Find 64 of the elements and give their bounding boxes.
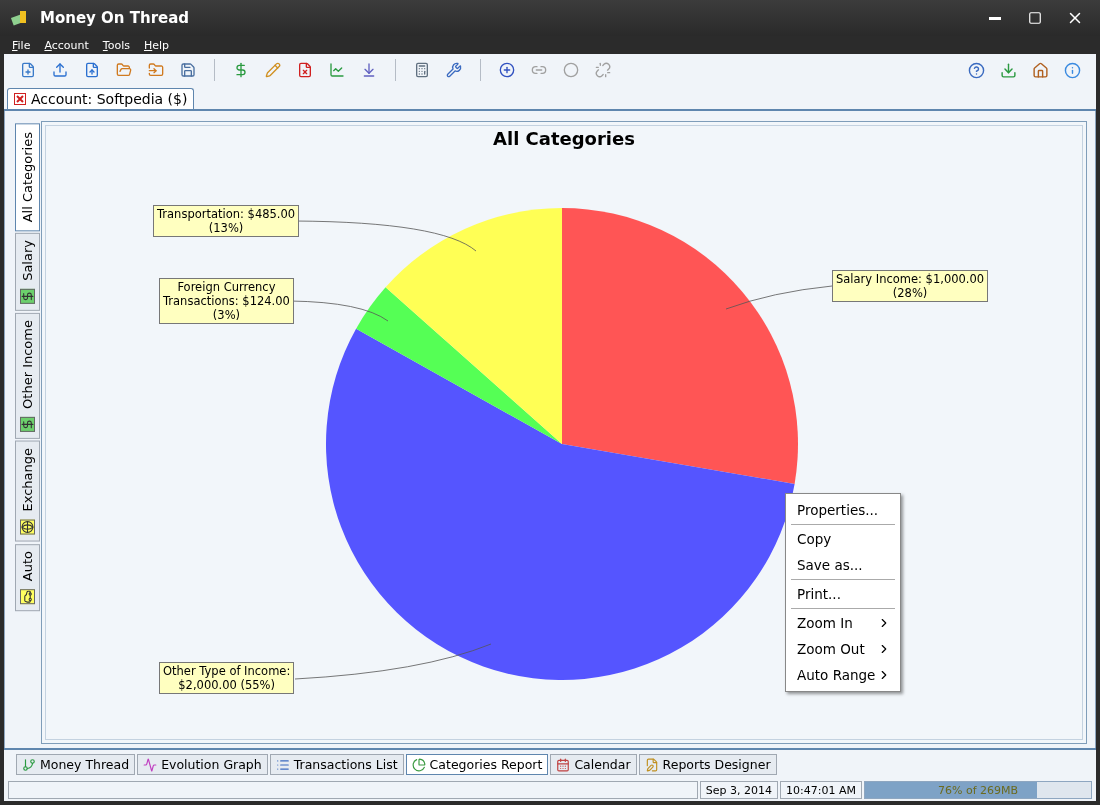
menu-item[interactable]: Account [44, 38, 89, 52]
menu-item[interactable]: Copy [789, 526, 897, 552]
view-tab[interactable]: Money Thread [16, 754, 136, 775]
menu-item[interactable]: Zoom In [789, 610, 897, 636]
graph-line-icon [143, 757, 158, 772]
help-icon [967, 61, 985, 79]
menu-item[interactable]: File [12, 38, 31, 52]
menu-item[interactable]: Auto Range [789, 662, 897, 688]
view-tab[interactable]: Transactions List [269, 754, 404, 775]
side-tab[interactable]: Auto [15, 543, 40, 611]
download-arrow-icon [361, 62, 377, 78]
document-edit-icon [644, 757, 659, 772]
dollar-icon [20, 289, 35, 305]
pencil-icon [265, 62, 281, 78]
calculator-icon [414, 62, 430, 78]
slice-label: Salary Income: $1,000.00 (28%) [832, 270, 989, 302]
side-tab[interactable]: Salary [15, 233, 40, 312]
menu-item[interactable]: Properties... [789, 497, 897, 523]
branch-icon [22, 757, 36, 772]
home-icon [1031, 61, 1049, 79]
delete-icon [297, 62, 313, 78]
view-tab[interactable]: Calendar [550, 754, 637, 775]
folder-icon [116, 62, 132, 78]
view-tab[interactable]: Evolution Graph [137, 754, 268, 775]
slice-label: Transportation: $485.00 (13%) [153, 205, 300, 237]
chart-title: All Categories [492, 128, 636, 149]
info-icon [1063, 61, 1081, 79]
folder-arrow-icon [148, 62, 164, 78]
dollar-icon [233, 62, 249, 78]
download-icon [999, 61, 1017, 79]
save-icon [180, 62, 196, 78]
view-tab[interactable]: Reports Designer [638, 754, 777, 775]
menu-item[interactable]: Tools [102, 38, 130, 52]
dollar-icon [20, 417, 35, 433]
calendar-icon [556, 757, 571, 772]
maximize-icon [1028, 11, 1042, 25]
memory-label: 76% of 269MB [937, 783, 1019, 797]
status-date: Sep 3, 2014 [699, 781, 779, 799]
slice-label: Foreign Currency Transactions: $124.00 (3%) [159, 278, 294, 324]
circle-icon [563, 62, 579, 78]
side-tab[interactable]: Other Income [15, 313, 40, 440]
account-tab[interactable]: Account: Softpedia ($) [7, 88, 195, 109]
window-title: Money On Thread [40, 9, 191, 27]
unlink-icon [595, 62, 611, 78]
minimize-icon [989, 16, 1001, 20]
menu-item[interactable]: Save as... [789, 552, 897, 578]
line-chart-icon [329, 62, 345, 78]
file-plus-icon [20, 62, 36, 78]
menu-item[interactable]: Zoom Out [789, 636, 897, 662]
menu-item[interactable]: Print... [789, 581, 897, 607]
globe-icon [20, 519, 35, 535]
status-time: 10:47:01 AM [780, 781, 862, 799]
menu-item[interactable]: Help [143, 38, 170, 52]
upload-icon [52, 62, 68, 78]
close-icon[interactable] [14, 93, 26, 105]
side-tab[interactable]: Exchange [15, 441, 40, 542]
circle-plus-icon [499, 62, 515, 78]
pie-chart-icon [411, 757, 426, 772]
slice-label: Other Type of Income: $2,000.00 (55%) [159, 662, 295, 694]
list-icon [275, 757, 290, 772]
file-upload-icon [84, 62, 100, 78]
view-tab[interactable]: Categories Report [405, 754, 549, 775]
side-tab[interactable]: All Categories [15, 123, 40, 232]
wrench-icon [446, 62, 462, 78]
